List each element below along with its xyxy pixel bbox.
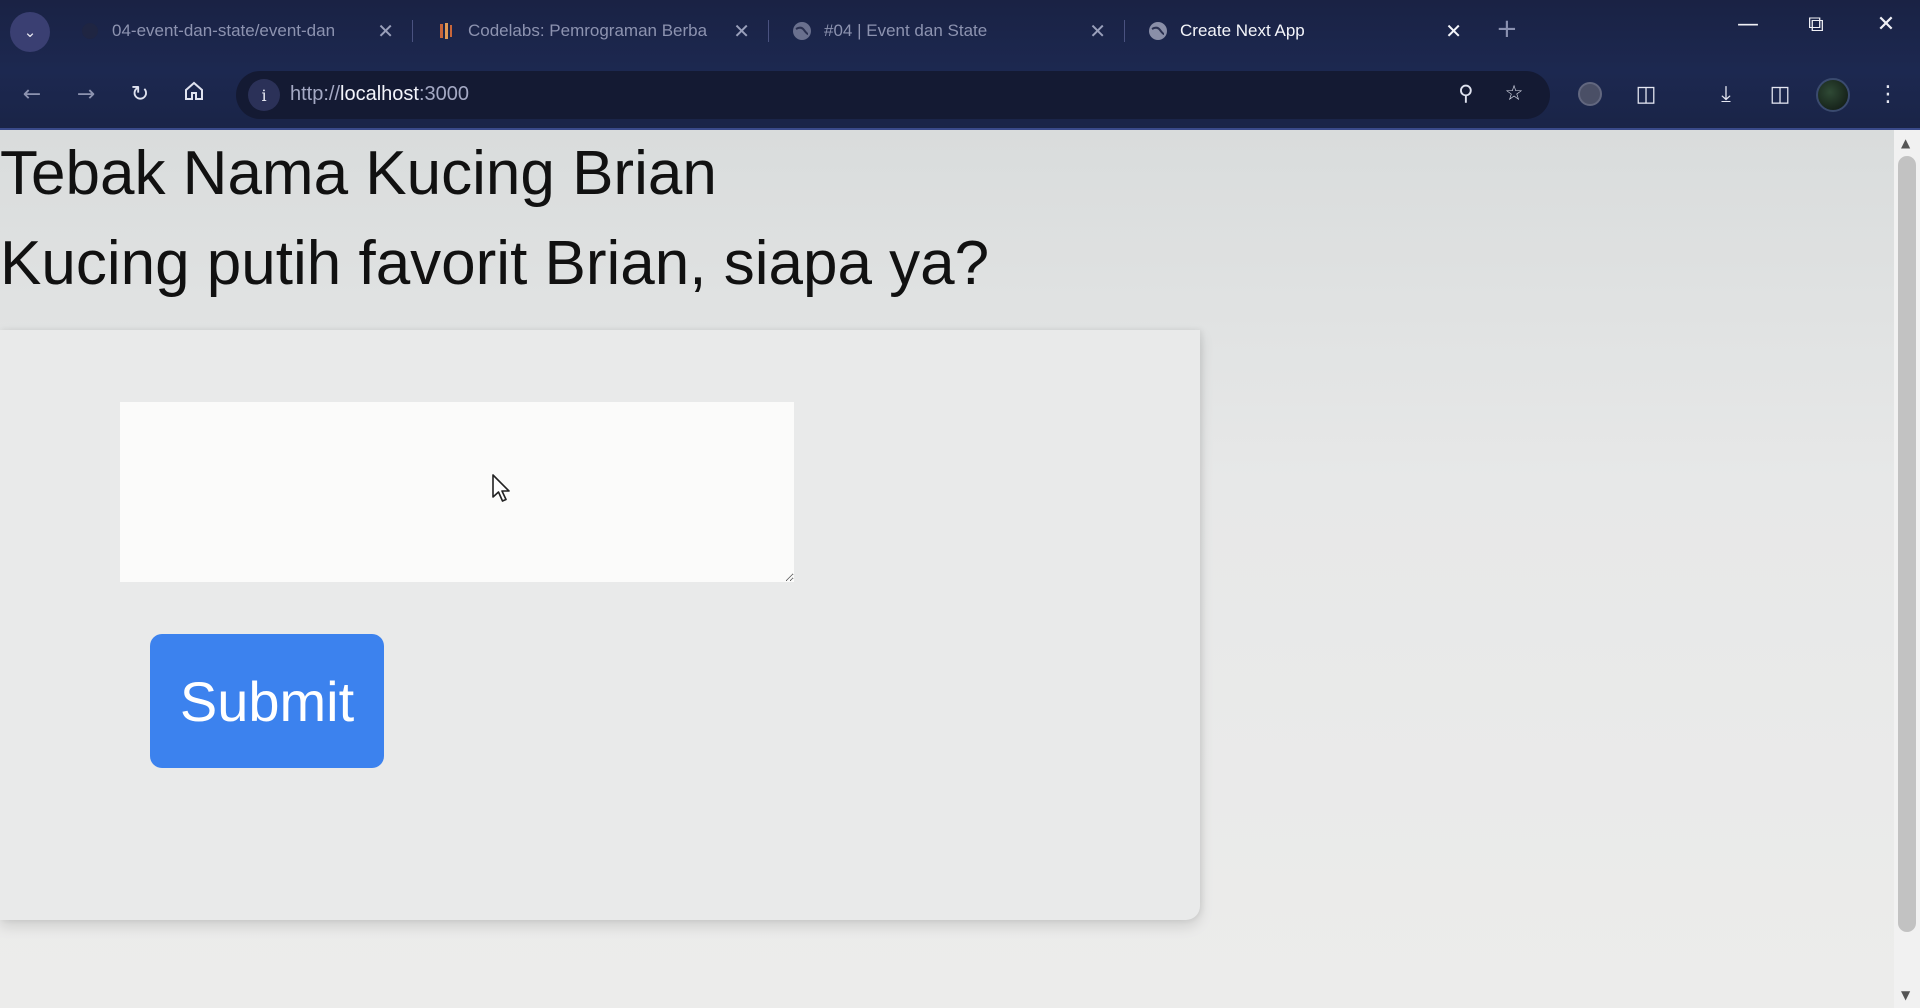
forward-button[interactable]: → xyxy=(68,76,104,112)
address-bar[interactable]: i http://localhost:3000 ⚲ ☆ xyxy=(236,71,1550,119)
scrollbar-thumb[interactable] xyxy=(1898,156,1916,932)
github-icon xyxy=(80,21,100,41)
star-icon: ☆ xyxy=(1504,81,1524,105)
side-panel-icon: ◫ xyxy=(1769,81,1791,107)
globe-icon xyxy=(1148,21,1168,41)
site-info-button[interactable]: i xyxy=(248,79,280,111)
quiz-card: Submit xyxy=(0,330,1200,920)
minimize-button[interactable]: — xyxy=(1728,12,1768,37)
page-viewport: Tebak Nama Kucing Brian Kucing putih fav… xyxy=(0,130,1894,1008)
extension-icon[interactable] xyxy=(1578,82,1602,106)
close-icon[interactable]: ✕ xyxy=(1445,19,1462,43)
reload-icon: ↻ xyxy=(130,81,150,107)
tab-search-button[interactable]: ⌄ xyxy=(10,12,50,52)
tab-strip: ⌄ 04-event-dan-state/event-dan ✕ Codelab… xyxy=(0,0,1920,62)
answer-textarea[interactable] xyxy=(120,402,794,582)
codelabs-icon xyxy=(436,21,456,41)
tab-label: 04-event-dan-state/event-dan xyxy=(112,21,336,40)
url-host: localhost xyxy=(340,83,419,105)
tab-codelabs[interactable]: Codelabs: Pemrograman Berba ✕ xyxy=(424,10,764,52)
menu-button[interactable]: ⋮ xyxy=(1868,74,1908,114)
submit-button[interactable]: Submit xyxy=(150,634,384,768)
new-tab-button[interactable]: + xyxy=(1496,14,1518,44)
downloads-button[interactable]: ⤓ xyxy=(1706,74,1746,114)
side-panel-button[interactable]: ◫ xyxy=(1760,74,1800,114)
tab-label: Codelabs: Pemrograman Berba xyxy=(468,21,708,40)
close-icon[interactable]: ✕ xyxy=(733,19,750,43)
kebab-menu-icon: ⋮ xyxy=(1877,81,1899,107)
tab-separator xyxy=(412,20,413,42)
chevron-down-icon: ⌄ xyxy=(23,23,37,41)
page-title: Tebak Nama Kucing Brian xyxy=(0,139,717,208)
scroll-up-icon[interactable]: ▲ xyxy=(1901,136,1910,150)
restore-button[interactable]: ⧉ xyxy=(1796,12,1836,37)
close-icon[interactable]: ✕ xyxy=(1089,19,1106,43)
arrow-right-icon: → xyxy=(76,81,96,107)
info-icon: i xyxy=(261,85,267,105)
browser-toolbar: ← → ↻ i http://localhost:3000 ⚲ ☆ ◫ ⤓ ◫ … xyxy=(0,62,1920,128)
tab-separator xyxy=(768,20,769,42)
bookmark-button[interactable]: ☆ xyxy=(1500,81,1528,105)
home-icon xyxy=(183,80,205,108)
globe-icon xyxy=(792,21,812,41)
profile-avatar[interactable] xyxy=(1816,78,1850,112)
zoom-icon: ⚲ xyxy=(1458,81,1474,105)
vertical-scrollbar[interactable]: ▲ ▼ xyxy=(1894,130,1920,1008)
question-text: Kucing putih favorit Brian, siapa ya? xyxy=(0,229,990,298)
close-icon[interactable]: ✕ xyxy=(377,19,394,43)
tab-github[interactable]: 04-event-dan-state/event-dan ✕ xyxy=(68,10,408,52)
puzzle-icon: ◫ xyxy=(1635,81,1657,107)
plus-icon: + xyxy=(1496,14,1518,44)
home-button[interactable] xyxy=(176,76,212,112)
tab-create-next-app[interactable]: Create Next App ✕ xyxy=(1136,10,1476,52)
extensions-button[interactable]: ◫ xyxy=(1626,74,1666,114)
download-icon: ⤓ xyxy=(1721,81,1731,107)
restore-icon: ⧉ xyxy=(1808,12,1824,37)
scroll-down-icon[interactable]: ▼ xyxy=(1901,988,1910,1002)
tab-label: #04 | Event dan State xyxy=(824,21,988,40)
back-button[interactable]: ← xyxy=(14,76,50,112)
minimize-icon: — xyxy=(1737,12,1759,37)
close-window-button[interactable]: ✕ xyxy=(1866,12,1906,37)
mouse-cursor-icon xyxy=(492,474,510,502)
url-text[interactable]: http://localhost:3000 xyxy=(290,83,469,106)
tab-event-dan-state[interactable]: #04 | Event dan State ✕ xyxy=(780,10,1120,52)
close-icon: ✕ xyxy=(1876,12,1896,37)
url-port: :3000 xyxy=(418,83,470,105)
tab-label: Create Next App xyxy=(1180,21,1305,40)
zoom-button[interactable]: ⚲ xyxy=(1452,81,1480,105)
reload-button[interactable]: ↻ xyxy=(122,76,158,112)
browser-chrome: ⌄ 04-event-dan-state/event-dan ✕ Codelab… xyxy=(0,0,1920,130)
arrow-left-icon: ← xyxy=(22,81,42,107)
tab-separator xyxy=(1124,20,1125,42)
url-scheme: http:// xyxy=(290,83,341,105)
